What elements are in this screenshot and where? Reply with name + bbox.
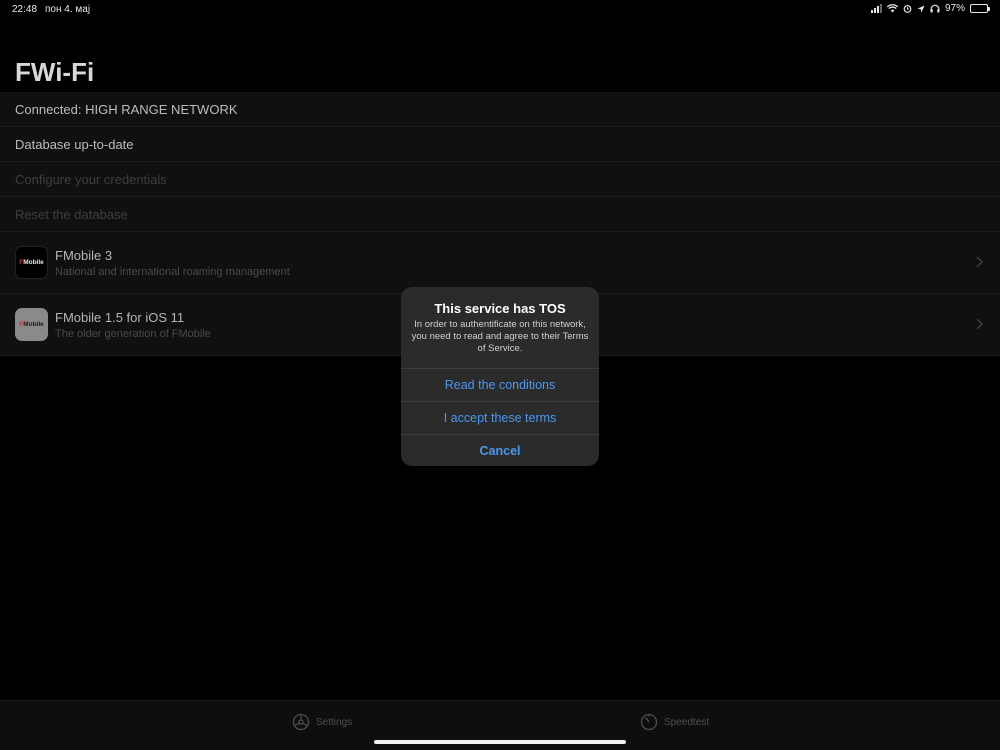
speedometer-icon	[640, 713, 658, 731]
app-name: FMobile 1.5 for iOS 11	[55, 309, 185, 325]
cancel-button[interactable]: Cancel	[401, 434, 599, 466]
fmobile-legacy-app-icon: F Mobile	[15, 308, 48, 341]
tab-speedtest-label: Speedtest	[664, 716, 710, 728]
gear-icon	[292, 713, 310, 731]
page-title: FWi-Fi	[15, 57, 95, 87]
signal-icon	[870, 4, 882, 13]
location-icon	[917, 5, 925, 12]
tos-alert-dialog: This service has TOS In order to authent…	[401, 287, 599, 466]
fmobile-app-icon: F Mobile	[15, 246, 48, 279]
chevron-right-icon	[976, 256, 984, 268]
headphones-icon	[930, 4, 940, 13]
status-bar: 22:48 пон 4. мај 97%	[0, 0, 1000, 20]
accept-terms-button[interactable]: I accept these terms	[401, 401, 599, 434]
app-subtitle: National and international roaming manag…	[55, 265, 290, 278]
tab-settings[interactable]: Settings	[292, 713, 352, 731]
connected-network-row: Connected: HIGH RANGE NETWORK	[0, 92, 1000, 127]
status-date: пон 4. мај	[45, 4, 91, 15]
alert-message: In order to authentificate on this netwo…	[411, 319, 589, 354]
chevron-right-icon	[976, 318, 984, 330]
battery-percent: 97%	[944, 3, 965, 14]
alarm-icon	[903, 5, 912, 13]
tab-settings-label: Settings	[316, 716, 353, 728]
alert-title: This service has TOS	[434, 301, 566, 316]
home-indicator[interactable]	[374, 740, 626, 744]
app-name: FMobile 3	[55, 247, 113, 263]
wifi-icon	[886, 4, 898, 13]
reset-database-row[interactable]: Reset the database	[0, 197, 1000, 232]
configure-credentials-row[interactable]: Configure your credentials	[0, 162, 1000, 197]
database-status-row: Database up-to-date	[0, 127, 1000, 162]
read-conditions-button[interactable]: Read the conditions	[401, 368, 599, 401]
battery-icon	[970, 4, 990, 13]
app-row-fmobile-3[interactable]: F Mobile FMobile 3 National and internati…	[0, 232, 1000, 294]
app-subtitle: The older generation of FMobile	[55, 327, 211, 340]
tab-speedtest[interactable]: Speedtest	[640, 713, 709, 731]
status-time: 22:48	[12, 4, 38, 15]
status-icons: 97%	[870, 3, 990, 14]
